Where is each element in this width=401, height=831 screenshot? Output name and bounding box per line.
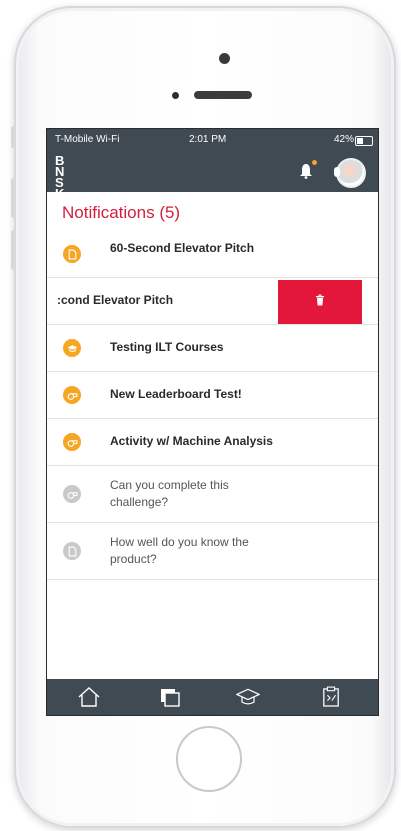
delete-button[interactable] bbox=[278, 280, 362, 324]
tab-bar bbox=[47, 679, 378, 715]
screen: T-Mobile Wi-Fi 2:01 PM 42% BN SK Notific… bbox=[46, 128, 379, 716]
battery-percent: 42% bbox=[333, 134, 354, 145]
avatar[interactable] bbox=[334, 158, 366, 188]
whistle-icon bbox=[63, 485, 81, 503]
notification-dot bbox=[312, 160, 317, 165]
list-item[interactable]: New Leaderboard Test! bbox=[47, 372, 378, 419]
graduation-cap-icon bbox=[63, 339, 81, 357]
list-item[interactable]: Activity w/ Machine Analysis bbox=[47, 419, 378, 466]
home-icon[interactable] bbox=[77, 686, 101, 708]
status-bar: T-Mobile Wi-Fi 2:01 PM 42% bbox=[47, 129, 378, 151]
front-camera bbox=[219, 53, 230, 64]
mute-switch bbox=[11, 126, 15, 148]
app-header: BN SK bbox=[47, 151, 378, 200]
list-item-label: 60-Second Elevator Pitch bbox=[110, 241, 255, 255]
list-item-label: Can you complete this challenge? bbox=[110, 478, 229, 509]
app-logo: BN SK bbox=[55, 153, 66, 201]
list-item[interactable]: How well do you know the product? bbox=[47, 523, 378, 580]
list-item[interactable]: Testing ILT Courses bbox=[47, 325, 378, 372]
document-icon bbox=[63, 245, 81, 263]
proximity-sensor bbox=[172, 92, 179, 99]
whistle-icon bbox=[63, 386, 81, 404]
scorecard-icon[interactable] bbox=[319, 686, 343, 708]
document-icon bbox=[63, 542, 81, 560]
list-item-label: :cond Elevator Pitch bbox=[57, 293, 174, 307]
list-item-label: Testing ILT Courses bbox=[110, 340, 224, 354]
bell-icon[interactable] bbox=[299, 163, 313, 179]
list-item[interactable]: Can you complete this challenge? bbox=[47, 466, 378, 523]
battery-icon bbox=[355, 136, 373, 146]
volume-up-button bbox=[11, 178, 15, 218]
home-button[interactable] bbox=[176, 726, 242, 792]
list-item[interactable]: :cond Elevator Pitch bbox=[47, 278, 378, 325]
whistle-icon bbox=[63, 433, 81, 451]
page-title: Notifications (5) bbox=[62, 203, 181, 222]
list-item-label: Activity w/ Machine Analysis bbox=[110, 434, 273, 448]
notification-list: 60-Second Elevator Pitch :cond Elevator … bbox=[47, 231, 378, 580]
trash-icon bbox=[315, 293, 325, 311]
carrier-label: T-Mobile Wi-Fi bbox=[55, 134, 120, 145]
clock: 2:01 PM bbox=[189, 134, 227, 145]
earpiece-speaker bbox=[194, 91, 252, 99]
graduation-cap-icon[interactable] bbox=[236, 686, 260, 708]
volume-down-button bbox=[11, 230, 15, 270]
list-item-label: New Leaderboard Test! bbox=[110, 387, 242, 401]
list-item-label: How well do you know the product? bbox=[110, 535, 249, 566]
list-item[interactable]: 60-Second Elevator Pitch bbox=[47, 231, 378, 278]
library-icon[interactable] bbox=[158, 686, 182, 708]
